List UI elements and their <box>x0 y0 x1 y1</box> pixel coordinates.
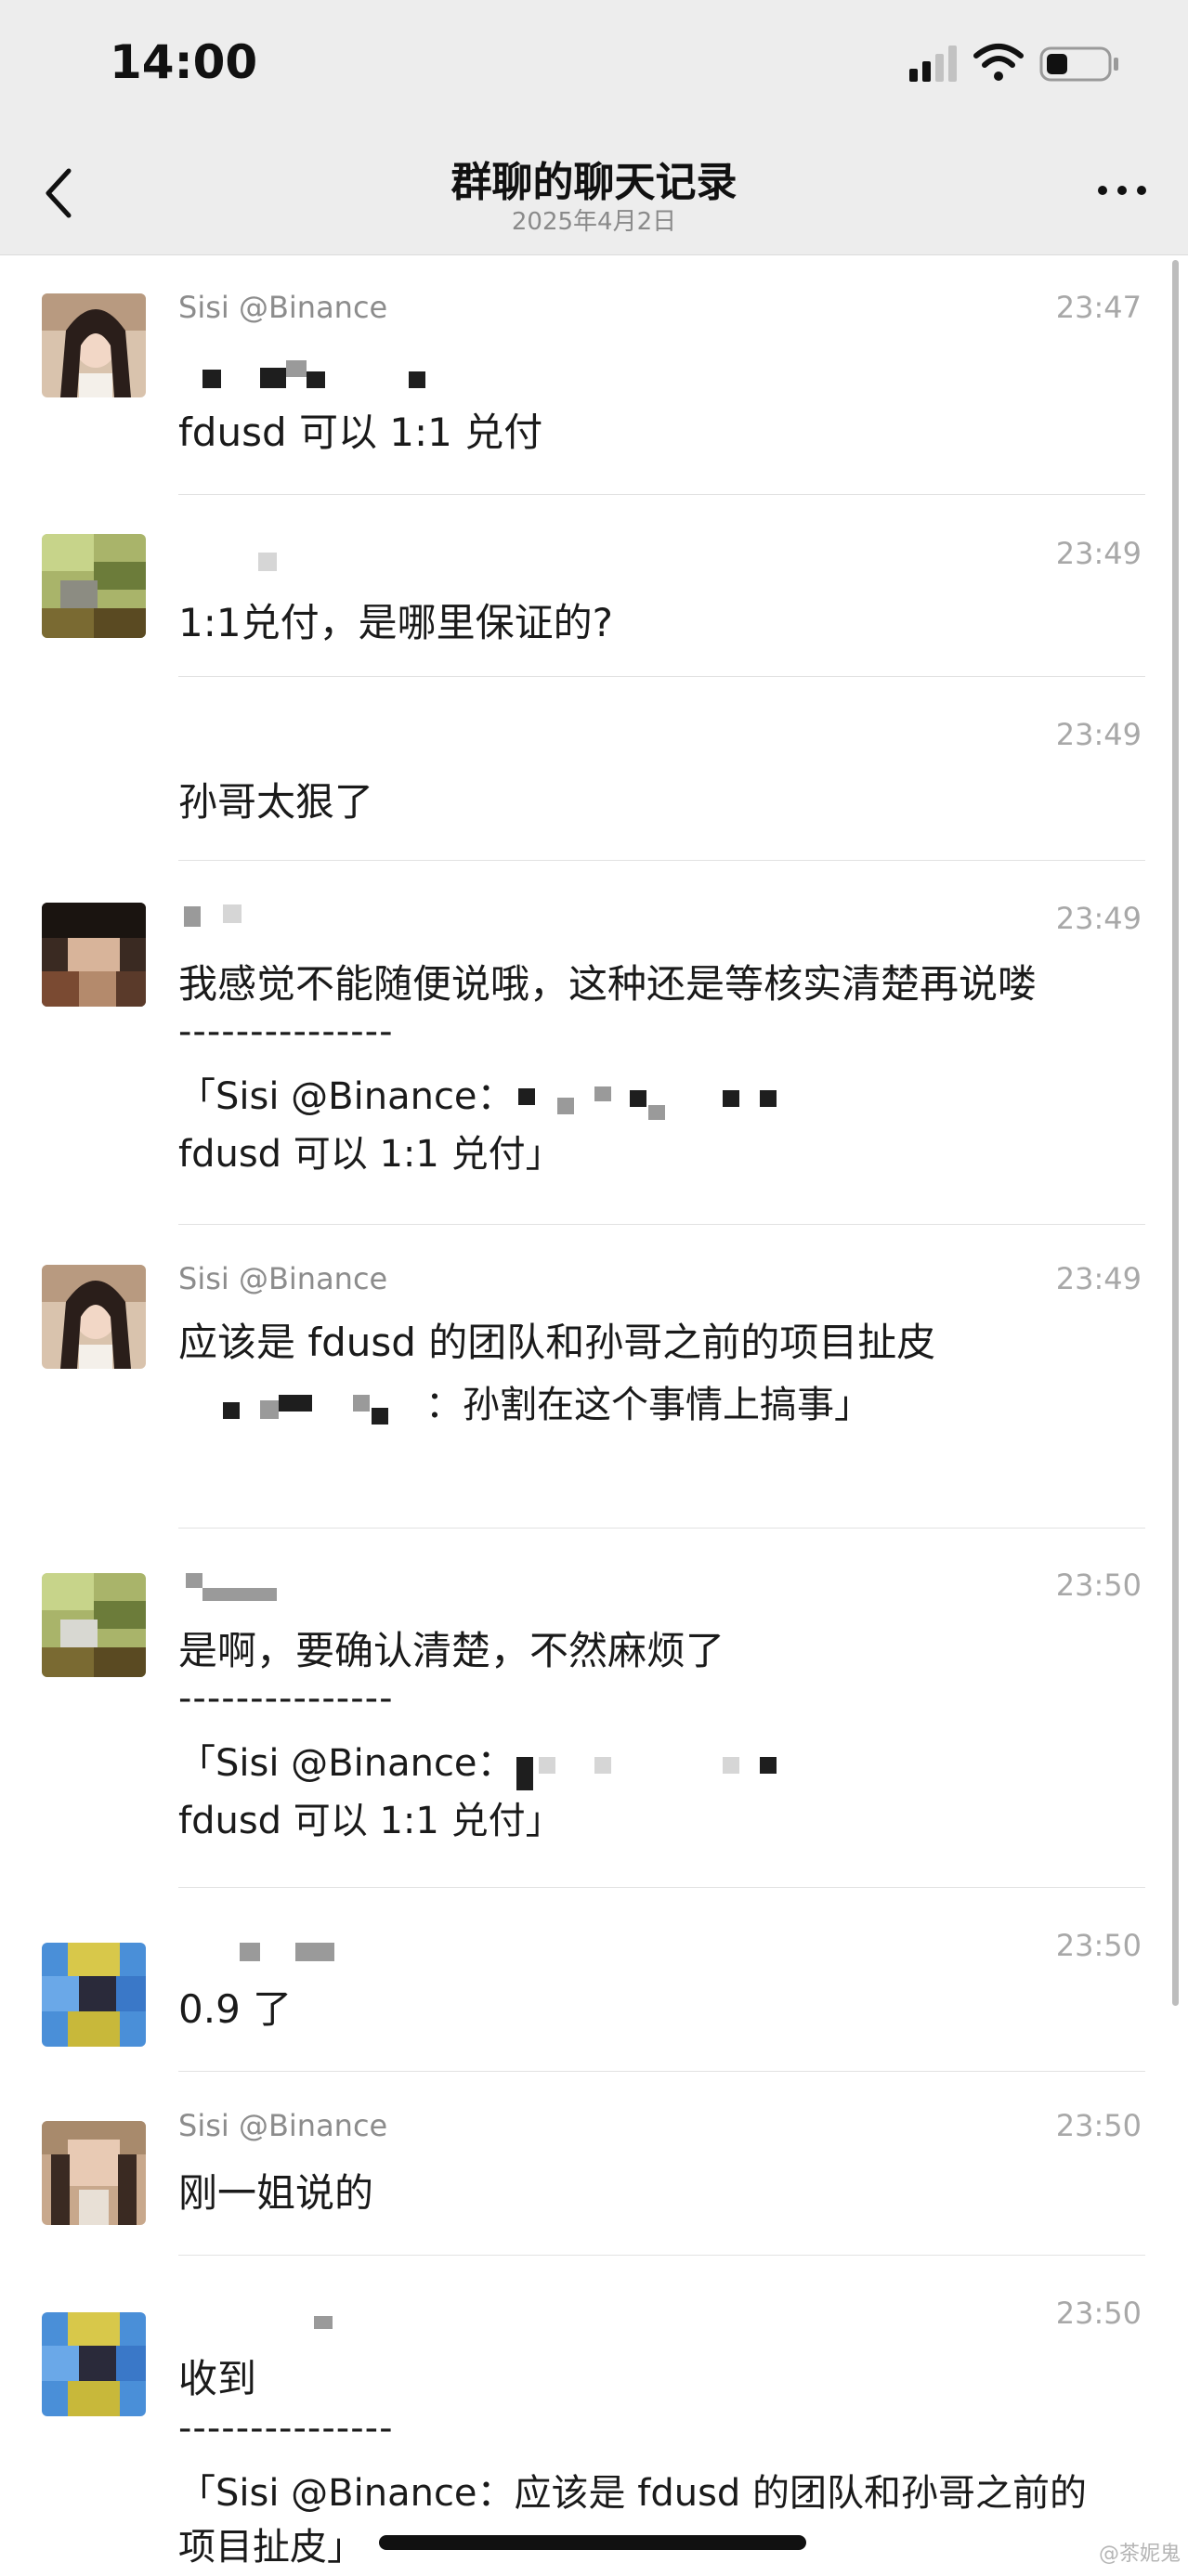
pixelated-mask <box>202 1588 277 1601</box>
pixelated-mask <box>260 1400 279 1419</box>
message-item[interactable]: 23:49 1:1兑付，是哪里保证的? <box>0 495 1188 677</box>
message-text: 我感觉不能随便说哦，这种还是等核实清楚再说喽 <box>178 961 1038 1007</box>
status-time: 14:00 <box>110 35 258 89</box>
page-subtitle: 2025年4月2日 <box>511 208 677 236</box>
pixelated-mask <box>184 906 201 927</box>
message-separator <box>178 2255 1145 2256</box>
message-text: 收到 <box>178 2356 257 2401</box>
pixelated-mask <box>594 1086 611 1101</box>
avatar[interactable] <box>42 1573 146 1677</box>
pixelated-mask <box>223 904 242 923</box>
message-time: 23:49 <box>1055 1261 1142 1296</box>
message-text: fdusd 可以 1:1 兑付 <box>178 410 543 455</box>
message-text: 0.9 了 <box>178 1986 293 2032</box>
pixelated-mask <box>279 1395 312 1412</box>
message-item[interactable]: 23:50 0.9 了 <box>0 1889 1188 2072</box>
message-separator <box>178 2071 1145 2072</box>
message-text: 刚一姐说的 <box>178 2170 374 2216</box>
avatar[interactable] <box>42 293 146 397</box>
pixelated-mask <box>353 1395 370 1412</box>
quoted-message[interactable]: 「Sisi @Binance： <box>178 1068 515 1125</box>
message-time: 23:50 <box>1055 1568 1142 1603</box>
message-item[interactable]: Sisi @Binance 23:50 刚一姐说的 <box>0 2073 1188 2256</box>
status-icons <box>909 41 1123 87</box>
signal-icon <box>909 46 957 82</box>
sender-name: Sisi @Binance <box>178 290 388 325</box>
quoted-message[interactable]: fdusd 可以 1:1 兑付」 <box>178 1125 563 1183</box>
pixelated-mask <box>409 371 425 388</box>
sender-name: Sisi @Binance <box>178 1261 388 1296</box>
message-item[interactable]: 23:50 是啊，要确认清楚，不然麻烦了 --------------- 「Si… <box>0 1530 1188 1888</box>
avatar[interactable] <box>42 1943 146 2047</box>
message-time: 23:50 <box>1055 2296 1142 2331</box>
avatar[interactable] <box>42 2312 146 2416</box>
message-time: 23:49 <box>1055 901 1142 936</box>
avatar[interactable] <box>42 534 146 638</box>
message-time: 23:50 <box>1055 1928 1142 1963</box>
message-separator <box>178 1887 1145 1888</box>
page-title: 群聊的聊天记录 <box>450 159 738 206</box>
message-text: 孙哥太狠了 <box>178 779 374 825</box>
pixelated-mask <box>223 1402 240 1419</box>
message-item[interactable]: 23:49 孙哥太狠了 <box>0 678 1188 861</box>
pixelated-mask <box>648 1105 665 1120</box>
quoted-message[interactable]: ：孙割在这个事情上搞事」 <box>425 1376 871 1434</box>
pixelated-mask <box>539 1757 555 1774</box>
battery-icon <box>1039 46 1118 82</box>
quoted-message[interactable]: 「Sisi @Binance：应该是 fdusd 的团队和孙哥之前的 <box>178 2465 1087 2522</box>
quote-divider: --------------- <box>178 1677 394 1720</box>
pixelated-mask <box>202 370 221 388</box>
message-separator <box>178 860 1145 861</box>
message-item[interactable]: Sisi @Binance 23:49 应该是 fdusd 的团队和孙哥之前的项… <box>0 1226 1188 1529</box>
watermark: @茶妮鬼 <box>1098 2543 1181 2566</box>
message-text: 应该是 fdusd 的团队和孙哥之前的项目扯皮 <box>178 1320 936 1365</box>
pixelated-mask <box>307 371 325 388</box>
pixelated-mask <box>594 1757 611 1774</box>
message-separator <box>178 1224 1145 1225</box>
message-text: 1:1兑付，是哪里保证的? <box>178 600 613 645</box>
message-time: 23:49 <box>1055 717 1142 752</box>
scrollbar[interactable] <box>1172 260 1179 2006</box>
message-time: 23:49 <box>1055 536 1142 571</box>
pixelated-mask <box>286 360 307 377</box>
status-bar: 14:00 <box>0 0 1188 130</box>
quote-divider: --------------- <box>178 2407 394 2450</box>
pixelated-mask <box>186 1573 202 1588</box>
quoted-message[interactable]: 项目扯皮」 <box>178 2518 364 2576</box>
pixelated-mask <box>516 1757 533 1790</box>
message-item[interactable]: 23:49 我感觉不能随便说哦，这种还是等核实清楚再说喽 -----------… <box>0 862 1188 1225</box>
pixelated-mask <box>723 1757 739 1774</box>
avatar[interactable] <box>42 1265 146 1369</box>
message-text: 是啊，要确认清楚，不然麻烦了 <box>178 1628 725 1673</box>
sender-name: Sisi @Binance <box>178 2108 388 2143</box>
pixelated-mask <box>557 1098 574 1114</box>
pixelated-mask <box>518 1088 535 1105</box>
avatar[interactable] <box>42 903 146 1007</box>
pixelated-mask <box>260 368 286 388</box>
home-indicator[interactable] <box>379 2535 806 2550</box>
nav-bar: 群聊的聊天记录 2025年4月2日 <box>0 130 1188 255</box>
pixelated-mask <box>258 553 277 571</box>
message-item[interactable]: 23:50 收到 --------------- 「Sisi @Binance：… <box>0 2257 1188 2569</box>
message-separator <box>178 1528 1145 1529</box>
avatar[interactable] <box>42 2121 146 2225</box>
message-time: 23:50 <box>1055 2108 1142 2143</box>
more-icon <box>1098 186 1146 195</box>
message-item[interactable]: Sisi @Binance 23:47 fdusd 可以 1:1 兑付 <box>0 279 1188 495</box>
quoted-message[interactable]: 「Sisi @Binance： <box>178 1735 515 1792</box>
wifi-icon <box>973 44 1024 81</box>
message-time: 23:47 <box>1055 290 1142 325</box>
pixelated-mask <box>295 1943 334 1961</box>
quote-divider: --------------- <box>178 1010 394 1053</box>
pixelated-mask <box>314 2316 333 2329</box>
pixelated-mask <box>723 1090 739 1107</box>
more-button[interactable] <box>1090 176 1155 204</box>
pixelated-mask <box>760 1090 777 1107</box>
quoted-message[interactable]: fdusd 可以 1:1 兑付」 <box>178 1792 563 1850</box>
message-separator <box>178 676 1145 677</box>
pixelated-mask <box>372 1408 388 1425</box>
pixelated-mask <box>630 1090 646 1107</box>
pixelated-mask <box>760 1757 777 1774</box>
pixelated-mask <box>240 1943 260 1961</box>
